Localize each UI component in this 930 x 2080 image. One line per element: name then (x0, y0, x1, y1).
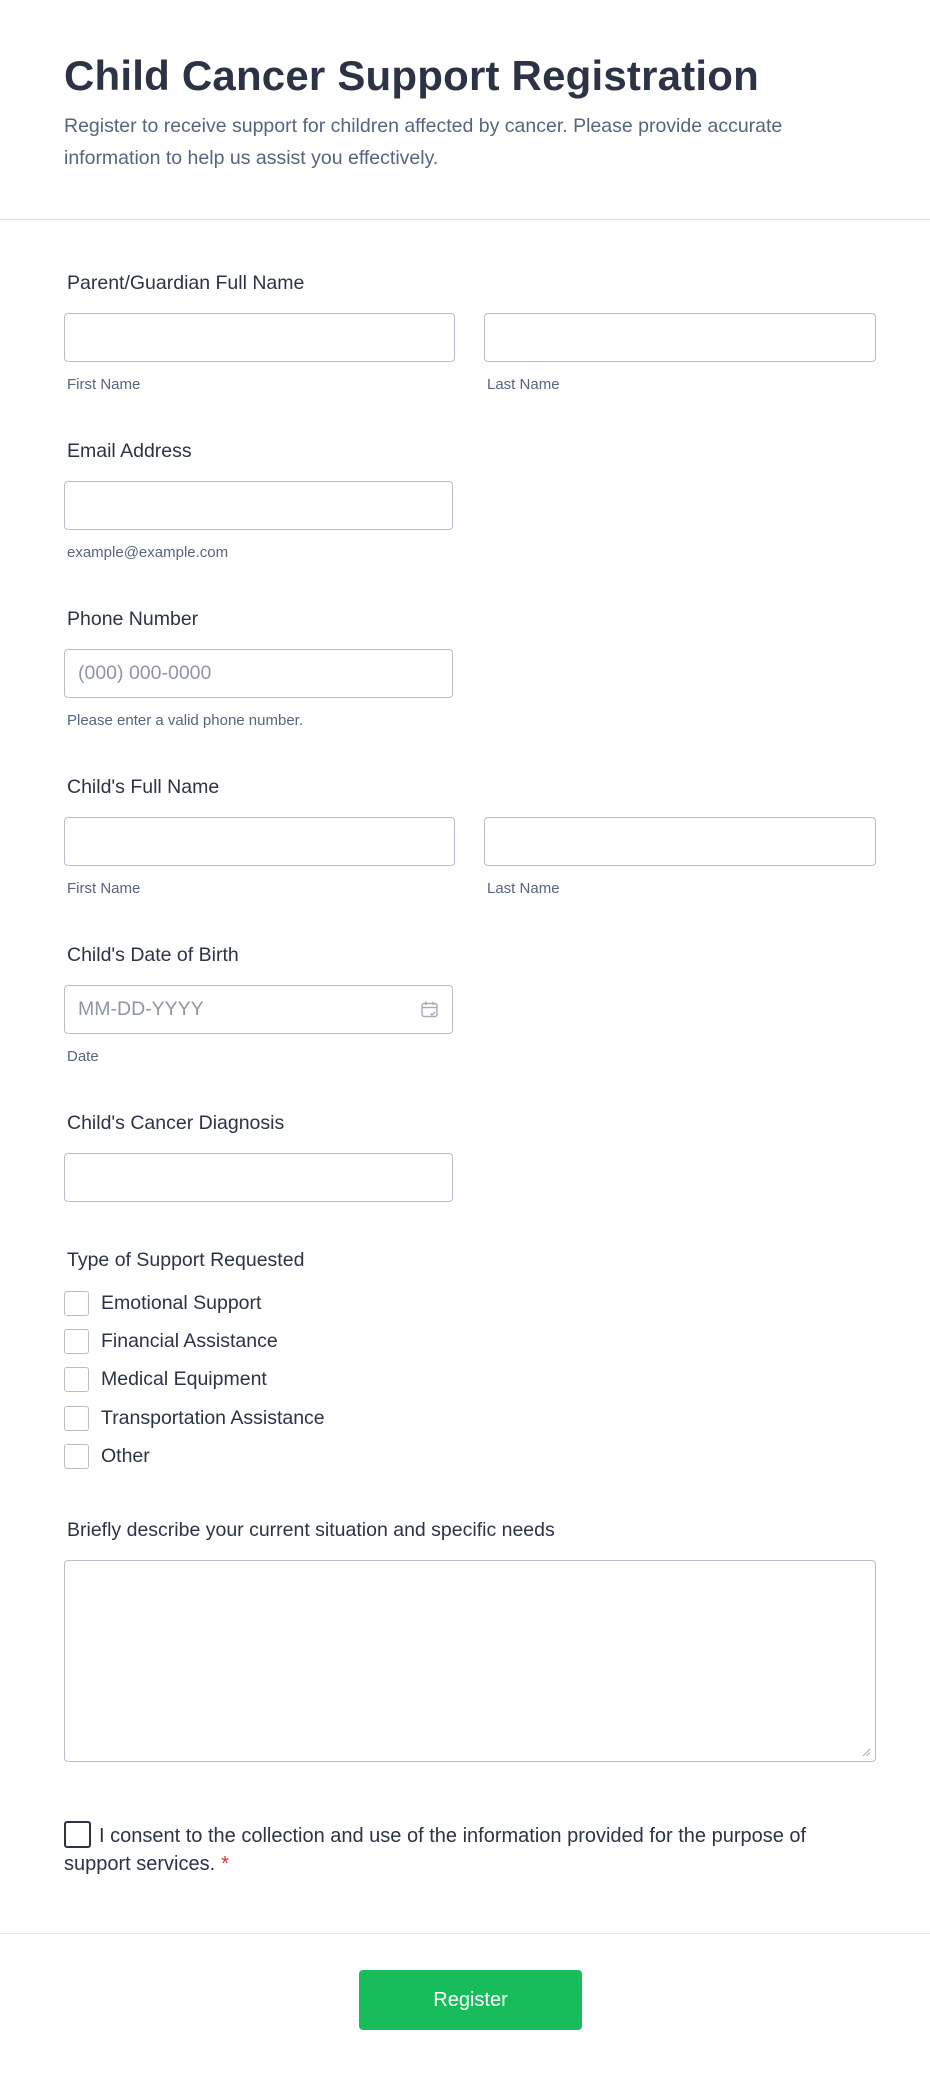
form-header: Child Cancer Support Registration Regist… (0, 0, 930, 220)
checkbox[interactable] (64, 1443, 89, 1469)
child-name-label: Child's Full Name (67, 776, 220, 798)
required-mark: * (221, 1853, 229, 1875)
support-type-label: Type of Support Requested (67, 1249, 305, 1271)
consent-checkbox[interactable] (64, 1821, 91, 1848)
dob-input[interactable]: MM-DD-YYYY (64, 985, 453, 1034)
checkbox[interactable] (64, 1328, 89, 1354)
email-label: Email Address (67, 440, 192, 462)
page-title: Child Cancer Support Registration (64, 52, 759, 99)
checkbox[interactable] (64, 1405, 89, 1431)
register-button[interactable]: Register (359, 1970, 582, 2030)
email-sublabel: example@example.com (67, 544, 229, 561)
parent-first-name-sublabel: First Name (67, 376, 141, 393)
parent-last-name-input[interactable] (484, 313, 876, 362)
child-last-name-sublabel: Last Name (487, 880, 560, 897)
diagnosis-input[interactable] (64, 1153, 453, 1202)
support-option-medical-equipment[interactable]: Medical Equipment (64, 1366, 267, 1392)
diagnosis-label: Child's Cancer Diagnosis (67, 1112, 285, 1134)
child-first-name-sublabel: First Name (67, 880, 141, 897)
child-last-name-input[interactable] (484, 817, 876, 866)
form-footer: Register (0, 1933, 930, 2080)
parent-first-name-input[interactable] (64, 313, 455, 362)
support-option-other[interactable]: Other (64, 1443, 150, 1469)
child-first-name-input[interactable] (64, 817, 455, 866)
resize-grip-icon[interactable] (862, 1748, 871, 1757)
support-option-label: Financial Assistance (101, 1329, 278, 1352)
support-option-label: Transportation Assistance (101, 1406, 325, 1429)
parent-name-label: Parent/Guardian Full Name (67, 272, 305, 294)
registration-form: Parent/Guardian Full Name First Name Las… (0, 220, 930, 2030)
email-input[interactable] (64, 481, 453, 530)
consent-field: I consent to the collection and use of t… (64, 1821, 844, 1878)
support-option-transportation[interactable]: Transportation Assistance (64, 1405, 325, 1431)
dob-placeholder: MM-DD-YYYY (78, 998, 204, 1020)
checkbox[interactable] (64, 1290, 89, 1316)
needs-textarea[interactable] (64, 1560, 876, 1762)
support-option-label: Emotional Support (101, 1291, 262, 1314)
support-option-label: Other (101, 1444, 150, 1467)
dob-label: Child's Date of Birth (67, 944, 239, 966)
needs-label: Briefly describe your current situation … (67, 1519, 555, 1541)
support-option-emotional[interactable]: Emotional Support (64, 1290, 261, 1316)
phone-input[interactable]: (000) 000-0000 (64, 649, 453, 698)
phone-placeholder: (000) 000-0000 (78, 662, 212, 684)
dob-sublabel: Date (67, 1048, 99, 1065)
phone-sublabel: Please enter a valid phone number. (67, 712, 303, 729)
page-subtitle: Register to receive support for children… (64, 115, 783, 169)
support-option-financial[interactable]: Financial Assistance (64, 1328, 278, 1354)
consent-text: I consent to the collection and use of t… (64, 1825, 807, 1875)
checkbox[interactable] (64, 1366, 89, 1392)
support-option-label: Medical Equipment (101, 1367, 267, 1390)
phone-label: Phone Number (67, 608, 199, 630)
calendar-icon[interactable] (421, 1001, 438, 1018)
parent-last-name-sublabel: Last Name (487, 376, 560, 393)
